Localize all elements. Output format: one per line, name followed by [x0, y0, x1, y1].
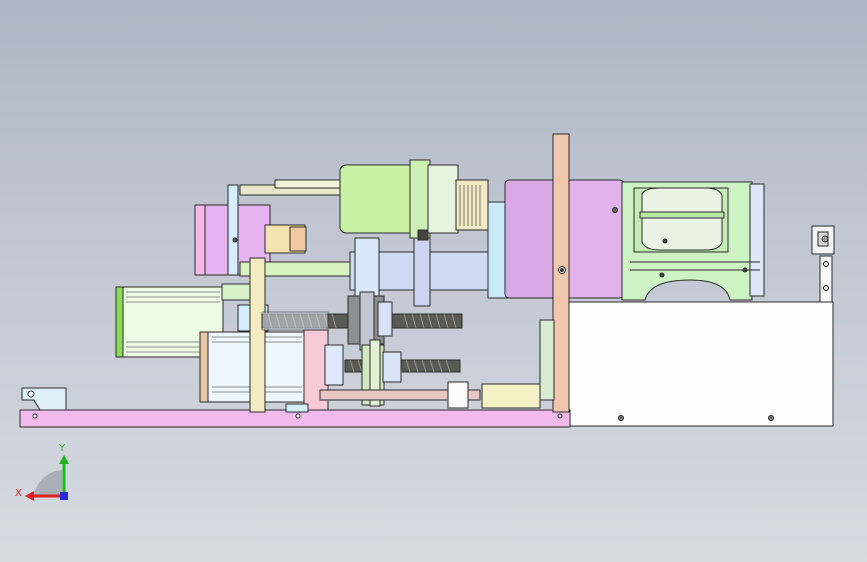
x-axis-label: X — [15, 488, 22, 499]
z-axis-marker — [60, 492, 68, 500]
coordinate-triad — [25, 455, 69, 501]
cad-viewport[interactable]: Y X — [0, 0, 867, 562]
y-axis-label: Y — [59, 443, 66, 454]
